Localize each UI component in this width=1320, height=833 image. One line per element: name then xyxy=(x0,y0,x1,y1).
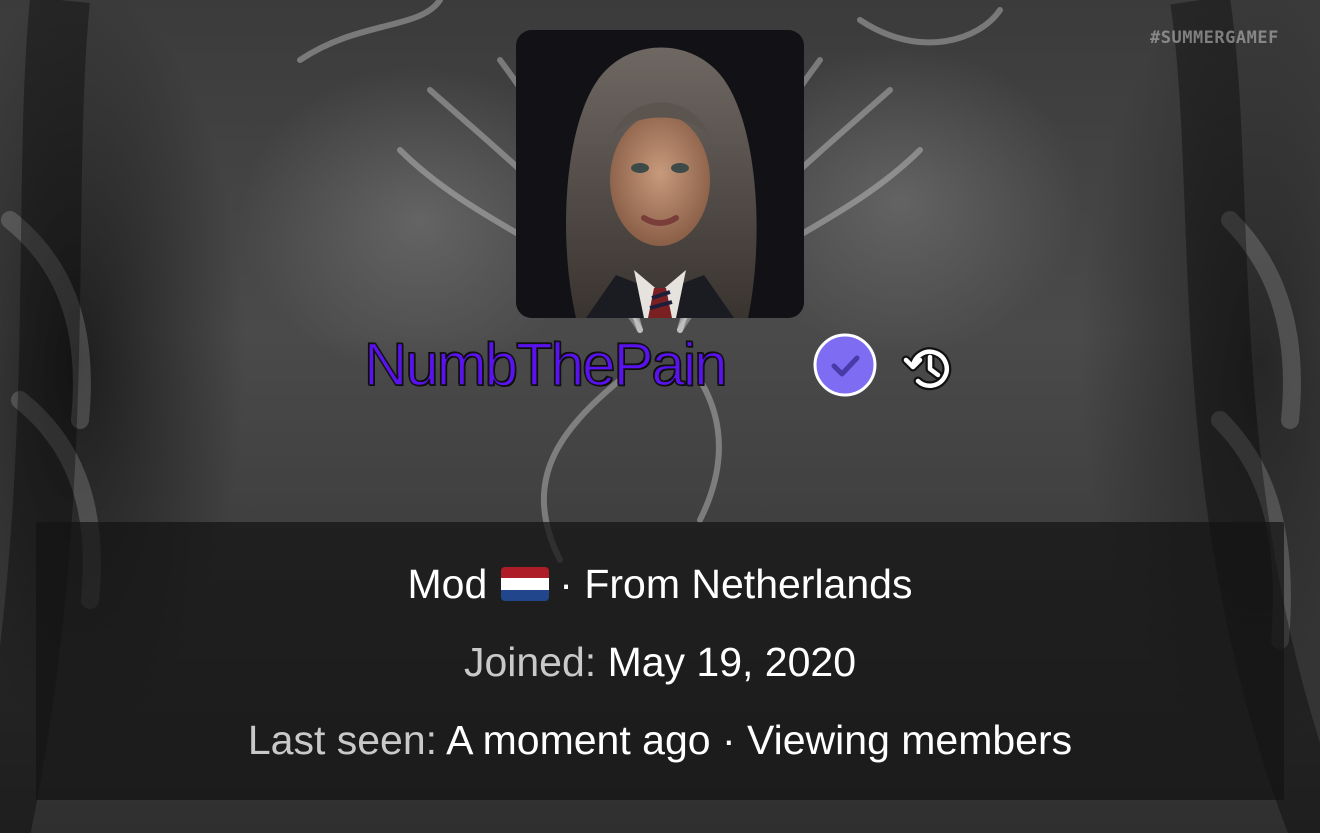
netherlands-flag-icon xyxy=(501,567,550,601)
location-separator: · xyxy=(559,561,573,607)
last-seen-line: Last seen: A moment ago · Viewing member… xyxy=(36,716,1284,764)
hashtag-watermark: #SUMMERGAMEF xyxy=(1150,28,1279,48)
last-seen-value: A moment ago xyxy=(446,717,711,763)
history-icon[interactable] xyxy=(900,340,956,396)
profile-info-panel: Mod · From Netherlands Joined: May 19, 20… xyxy=(36,522,1284,800)
role-label: Mod xyxy=(407,561,488,607)
joined-label: Joined: xyxy=(463,639,597,685)
last-seen-label: Last seen: xyxy=(247,717,438,763)
role-location-line: Mod · From Netherlands xyxy=(36,560,1284,608)
joined-date: May 19, 2020 xyxy=(607,639,857,685)
profile-avatar[interactable] xyxy=(516,30,804,318)
activity-separator: · xyxy=(721,717,736,763)
current-activity[interactable]: Viewing members xyxy=(747,717,1072,763)
location-text: From Netherlands xyxy=(584,561,913,607)
profile-name-row: NumbThePain xyxy=(0,330,1320,400)
joined-line: Joined: May 19, 2020 xyxy=(36,638,1284,686)
verified-check-icon xyxy=(812,332,878,398)
username: NumbThePain xyxy=(363,330,728,399)
